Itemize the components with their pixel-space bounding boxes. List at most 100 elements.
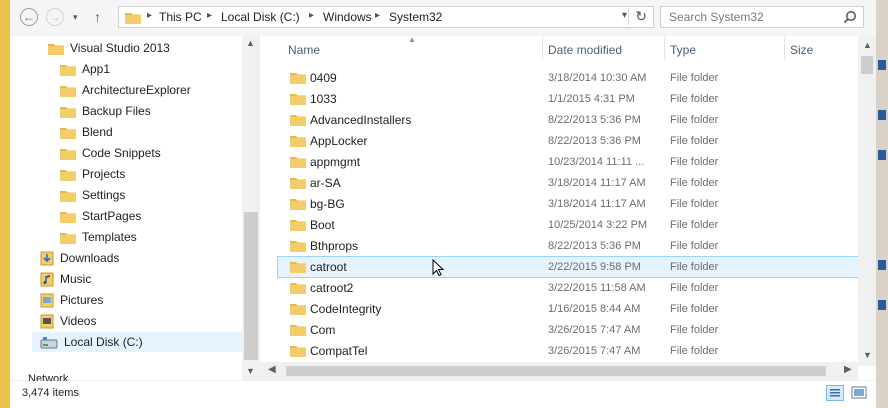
- file-row[interactable]: AdvancedInstallers 8/22/2013 5:36 PM File …: [278, 110, 858, 130]
- file-date-modified: 3/18/2014 10:30 AM: [548, 72, 647, 84]
- scroll-left-arrow-icon[interactable]: ◀: [268, 364, 276, 375]
- file-row[interactable]: ar-SA 3/18/2014 11:17 AM File folder: [278, 173, 858, 193]
- details-view-button[interactable]: [826, 385, 844, 401]
- file-type: File folder: [670, 93, 719, 105]
- column-divider[interactable]: [664, 36, 665, 60]
- scroll-down-arrow-icon[interactable]: ▼: [863, 350, 872, 360]
- folder-icon: [290, 176, 306, 192]
- file-row[interactable]: bg-BG 3/18/2014 11:17 AM File folder: [278, 194, 858, 214]
- folder-icon: [290, 344, 306, 360]
- file-row[interactable]: CompatTel 3/26/2015 7:47 AM File folder: [278, 341, 858, 361]
- file-list-pane: ▲ Name Date modified Type Size 0409 3/18/…: [260, 35, 876, 380]
- address-row: ← → ▾ ↑ ▸ This PC ▸ Local Disk (C:) ▸ Wi…: [10, 0, 876, 37]
- nav-item-label: App1: [82, 62, 111, 76]
- nav-item-videos[interactable]: Videos: [40, 311, 96, 331]
- file-date-modified: 3/26/2015 7:47 AM: [548, 324, 641, 336]
- videos-icon: [40, 314, 54, 329]
- scroll-right-arrow-icon[interactable]: ▶: [844, 364, 852, 375]
- scroll-down-arrow-icon[interactable]: ▼: [246, 366, 255, 376]
- nav-item-templates[interactable]: Templates: [60, 227, 137, 247]
- large-icons-view-icon: [851, 386, 867, 399]
- nav-item-blend[interactable]: Blend: [60, 122, 113, 142]
- search-icon[interactable]: [843, 10, 857, 27]
- file-type: File folder: [670, 324, 719, 336]
- address-dropdown-button[interactable]: ▾: [622, 10, 627, 21]
- file-explorer-window: ← → ▾ ↑ ▸ This PC ▸ Local Disk (C:) ▸ Wi…: [10, 0, 876, 408]
- up-button[interactable]: ↑: [94, 9, 101, 25]
- nav-item-label: Templates: [82, 230, 137, 244]
- large-icons-view-button[interactable]: [850, 385, 868, 401]
- breadcrumb-local-disk[interactable]: Local Disk (C:): [221, 10, 300, 24]
- nav-scroll-thumb[interactable]: [244, 212, 258, 360]
- folder-icon: [290, 323, 306, 339]
- navigation-pane: Visual Studio 2013 App1 ArchitectureExplor…: [10, 36, 260, 380]
- search-input[interactable]: Search System32: [669, 10, 764, 24]
- nav-item-label: Settings: [82, 188, 126, 202]
- nav-scrollbar[interactable]: ▲ ▼: [242, 36, 260, 380]
- details-view-icon: [830, 389, 840, 397]
- file-name: appmgmt: [310, 155, 361, 169]
- file-row[interactable]: catroot2 3/22/2015 11:58 AM File folder: [278, 278, 858, 298]
- nav-item-app1[interactable]: App1: [60, 59, 110, 79]
- scroll-up-arrow-icon[interactable]: ▲: [863, 40, 872, 50]
- file-row[interactable]: catroot 2/22/2015 9:58 PM File folder: [277, 256, 859, 278]
- column-header-size[interactable]: Size: [790, 43, 813, 57]
- nav-item-pictures[interactable]: Pictures: [40, 290, 103, 310]
- column-divider[interactable]: [542, 36, 543, 60]
- nav-item-projects[interactable]: Projects: [60, 164, 125, 184]
- nav-item-backup-files[interactable]: Backup Files: [60, 101, 151, 121]
- back-button[interactable]: ←: [20, 8, 38, 26]
- column-divider[interactable]: [784, 36, 785, 60]
- breadcrumb-separator[interactable]: ▸: [375, 10, 380, 21]
- vertical-scroll-thumb[interactable]: [861, 56, 873, 74]
- horizontal-scrollbar[interactable]: ◀ ▶: [260, 362, 858, 380]
- file-type: File folder: [670, 345, 719, 357]
- address-bar[interactable]: ▸ This PC ▸ Local Disk (C:) ▸ Windows ▸ …: [118, 6, 654, 28]
- refresh-button[interactable]: ↻: [628, 8, 647, 25]
- folder-icon: [60, 231, 76, 244]
- file-date-modified: 3/18/2014 11:17 AM: [548, 177, 646, 189]
- folder-icon: [290, 113, 306, 129]
- search-box[interactable]: Search System32: [660, 6, 864, 28]
- file-name: AdvancedInstallers: [310, 113, 412, 127]
- file-type: File folder: [670, 114, 719, 126]
- folder-icon: [290, 302, 306, 318]
- breadcrumb-windows[interactable]: Windows: [323, 10, 372, 24]
- breadcrumb-separator[interactable]: ▸: [147, 10, 152, 21]
- column-header-type[interactable]: Type: [670, 43, 696, 57]
- vertical-scrollbar[interactable]: ▲ ▼: [858, 36, 876, 366]
- breadcrumb-separator[interactable]: ▸: [207, 10, 212, 21]
- nav-item-architectureexplorer[interactable]: ArchitectureExplorer: [60, 80, 191, 100]
- nav-item-code-snippets[interactable]: Code Snippets: [60, 143, 161, 163]
- file-row[interactable]: 1033 1/1/2015 4:31 PM File folder: [278, 89, 858, 109]
- file-row[interactable]: Com 3/26/2015 7:47 AM File folder: [278, 320, 858, 340]
- file-row[interactable]: CodeIntegrity 1/16/2015 8:44 AM File folde…: [278, 299, 858, 319]
- sort-ascending-icon: ▲: [408, 35, 416, 44]
- nav-item-visual-studio-2013[interactable]: Visual Studio 2013: [48, 38, 170, 58]
- nav-item-network-partial[interactable]: Network: [28, 373, 68, 381]
- breadcrumb-separator[interactable]: ▸: [309, 10, 314, 21]
- breadcrumb-this-pc[interactable]: This PC: [159, 10, 202, 24]
- column-header-date-modified[interactable]: Date modified: [548, 43, 622, 57]
- recent-locations-button[interactable]: ▾: [73, 12, 78, 23]
- breadcrumb-system32[interactable]: System32: [389, 10, 442, 24]
- file-row[interactable]: appmgmt 10/23/2014 11:11 ... File folder: [278, 152, 858, 172]
- file-row[interactable]: Bthprops 8/22/2013 5:36 PM File folder: [278, 236, 858, 256]
- nav-item-label: Projects: [82, 167, 126, 181]
- nav-item-settings[interactable]: Settings: [60, 185, 125, 205]
- scroll-up-arrow-icon[interactable]: ▲: [246, 38, 255, 48]
- file-row[interactable]: 0409 3/18/2014 10:30 AM File folder: [278, 68, 858, 88]
- nav-item-music[interactable]: Music: [40, 269, 91, 289]
- forward-button[interactable]: →: [46, 8, 64, 26]
- file-date-modified: 10/23/2014 11:11 ...: [548, 156, 645, 168]
- file-row[interactable]: AppLocker 8/22/2013 5:36 PM File folder: [278, 131, 858, 151]
- background-window-edge: [876, 0, 888, 408]
- file-row[interactable]: Boot 10/25/2014 3:22 PM File folder: [278, 215, 858, 235]
- file-date-modified: 8/22/2013 5:36 PM: [548, 114, 641, 126]
- nav-item-startpages[interactable]: StartPages: [60, 206, 141, 226]
- column-header-name[interactable]: Name: [288, 43, 320, 57]
- horizontal-scroll-thumb[interactable]: [286, 366, 826, 376]
- folder-icon: [125, 11, 141, 27]
- nav-item-local-disk-c[interactable]: Local Disk (C:): [32, 332, 250, 352]
- nav-item-downloads[interactable]: Downloads: [40, 248, 119, 268]
